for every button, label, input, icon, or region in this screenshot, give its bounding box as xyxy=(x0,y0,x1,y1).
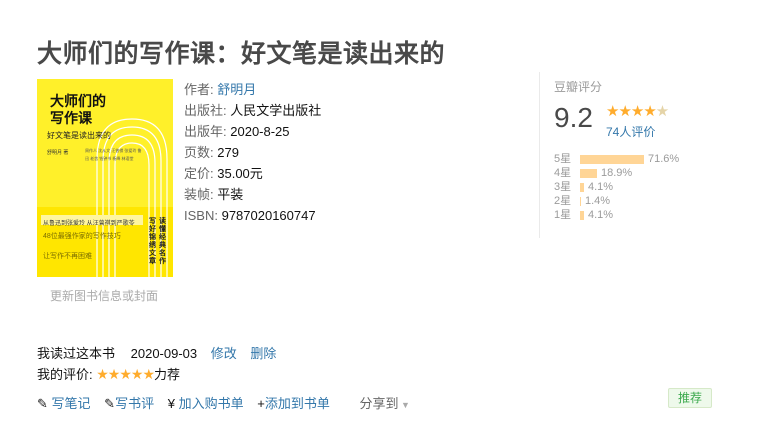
rating-distribution: 5星 71.6% 4星 18.9% 3星 4.1% 2星 1.4% 1星 4.1% xyxy=(554,152,679,222)
rating-bar xyxy=(580,168,597,178)
my-rating-label: 我的评价: xyxy=(37,367,93,382)
page-title: 大师们的写作课：好文笔是读出来的 xyxy=(37,40,446,68)
cover-vertical-text-2: 写好锦绣文章 xyxy=(149,218,156,265)
cover-subtitle: 好文笔是读出来的 xyxy=(47,131,111,140)
action-bar: ✎ 写笔记 ✎写书评 ¥ 加入购书单 +添加到书单 分享到 ▼ xyxy=(37,393,410,412)
read-status-row: 我读过这本书 2020-09-03 修改 删除 xyxy=(37,344,276,364)
rating-score: 9.2 xyxy=(554,102,593,133)
share-dropdown[interactable]: 分享到 ▼ xyxy=(359,396,409,411)
delete-link[interactable]: 删除 xyxy=(250,346,276,361)
read-date: 2020-09-03 xyxy=(130,346,198,361)
plus-icon: + xyxy=(257,396,265,411)
add-to-list-button[interactable]: +添加到书单 xyxy=(257,396,330,411)
my-rating-row: 我的评价: ★★★★★力荐 xyxy=(37,364,276,384)
rating-row: 5星 71.6% xyxy=(554,153,680,165)
write-review-button[interactable]: ✎写书评 xyxy=(104,396,154,411)
recommend-button[interactable]: 推荐 xyxy=(668,388,712,408)
edit-link[interactable]: 修改 xyxy=(211,346,237,361)
pencil-icon: ✎ xyxy=(104,396,116,411)
chevron-down-icon: ▼ xyxy=(398,400,410,410)
cover-title: 大师们的 写作课 xyxy=(50,93,106,126)
rating-row: 2星 1.4% xyxy=(554,195,611,207)
my-interest: 我读过这本书 2020-09-03 修改 删除 我的评价: ★★★★★力荐 xyxy=(37,344,276,384)
my-rating-stars-icon[interactable]: ★★★★★ xyxy=(96,366,155,382)
cover-author: 舒明月 著 xyxy=(47,150,69,156)
read-status: 我读过这本书 xyxy=(37,346,116,361)
update-cover-link[interactable]: 更新图书信息或封面 xyxy=(50,287,158,304)
info-isbn: ISBN: 9787020160747 xyxy=(184,208,316,223)
cover-blurb-1: 48位最强作家的写作技巧 xyxy=(43,233,121,240)
info-binding: 装帧: 平装 xyxy=(184,187,244,202)
cover-vertical-text-1: 读懂经典名作 xyxy=(159,218,166,265)
rating-row: 3星 4.1% xyxy=(554,181,614,193)
rating-count-link[interactable]: 74人评价 xyxy=(606,123,655,140)
rating-panel: 豆瓣评分 9.2 ★★★★★ 74人评价 5星 71.6% 4星 18.9% 3星 4… xyxy=(539,72,689,238)
rating-bar xyxy=(580,196,581,206)
rating-row: 1星 4.1% xyxy=(554,209,614,221)
info-publisher: 出版社: 人民文学出版社 xyxy=(184,103,322,118)
cover-names: 周作人 沈从文 汪曾祺 张爱玲 鲁迅 老舍 钱钟书 杨绛 林语堂 xyxy=(85,148,142,161)
pencil-icon: ✎ xyxy=(37,396,48,411)
rating-bar xyxy=(580,182,584,192)
rating-stars-icon: ★★★★★ xyxy=(606,103,669,120)
cover-blurb-2: 让写作不再困难 xyxy=(43,253,92,260)
info-pub-date: 出版年: 2020-8-25 xyxy=(184,124,290,139)
add-to-buylist-button[interactable]: ¥ 加入购书单 xyxy=(168,396,244,411)
info-price: 定价: 35.00元 xyxy=(184,166,263,181)
rating-row: 4星 18.9% xyxy=(554,167,633,179)
info-author: 作者: 舒明月 xyxy=(184,82,257,97)
rating-header: 豆瓣评分 xyxy=(554,80,603,94)
rating-bar xyxy=(580,210,584,220)
author-link[interactable]: 舒明月 xyxy=(217,82,256,97)
info-pages: 页数: 279 xyxy=(184,145,239,160)
my-rating-text: 力荐 xyxy=(154,367,181,382)
cover-band-text: 从鲁迅到张爱玲 从汪曾祺到严歌苓 xyxy=(43,221,135,227)
book-cover[interactable]: 大师们的 写作课 好文笔是读出来的 舒明月 著 周作人 沈从文 汪曾祺 张爱玲 … xyxy=(37,79,173,277)
rating-bar xyxy=(580,154,644,164)
yen-icon: ¥ xyxy=(167,396,175,411)
book-info: 作者: 舒明月 出版社: 人民文学出版社 出版年: 2020-8-25 页数: … xyxy=(184,79,321,226)
write-note-button[interactable]: ✎ 写笔记 xyxy=(37,396,91,411)
